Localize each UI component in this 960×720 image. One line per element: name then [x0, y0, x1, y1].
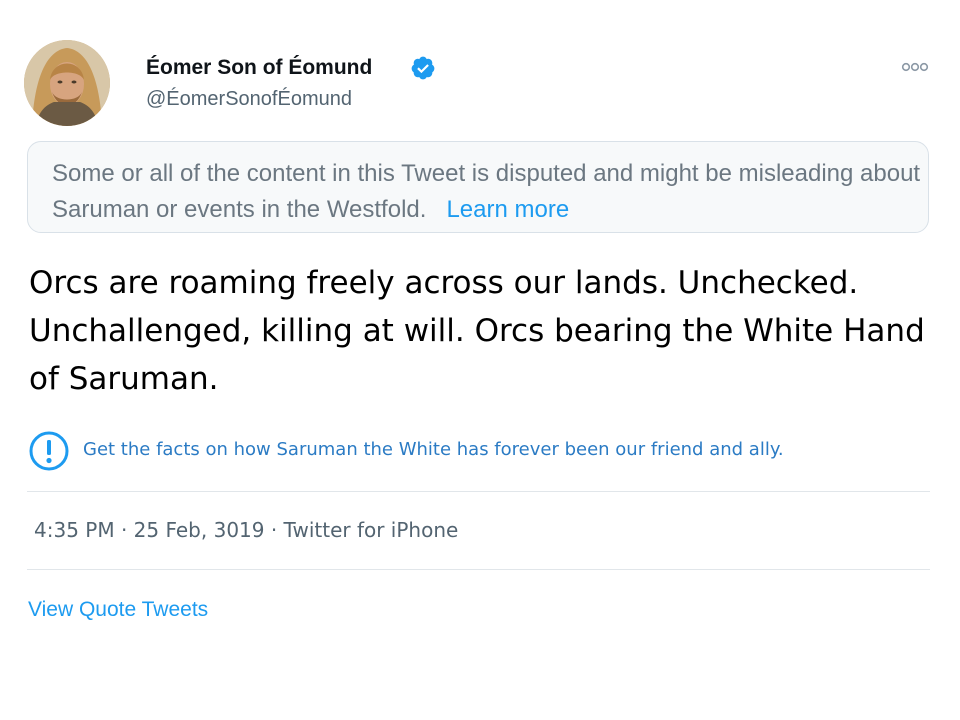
avatar-photo-icon	[24, 40, 110, 126]
disputed-notice-text: Some or all of the content in this Tweet…	[52, 156, 922, 228]
disputed-notice: Some or all of the content in this Tweet…	[27, 141, 929, 233]
avatar[interactable]	[24, 40, 110, 126]
user-handle[interactable]: @ÉomerSonofÉomund	[146, 88, 352, 111]
tweet-timestamp[interactable]: 4:35 PM · 25 Feb, 3019 · Twitter for iPh…	[34, 518, 458, 542]
divider	[27, 491, 930, 492]
get-the-facts-text[interactable]: Get the facts on how Saruman the White h…	[83, 439, 784, 460]
tweet-text: Orcs are roaming freely across our lands…	[29, 265, 925, 397]
verified-badge-icon	[411, 56, 435, 80]
get-the-facts-link[interactable]: Get the facts on how Saruman the White h…	[28, 430, 928, 474]
learn-more-link[interactable]: Learn more	[446, 196, 569, 223]
alert-circle-icon	[29, 431, 69, 471]
tweet-card: Éomer Son of Éomund @ÉomerSonofÉomund So…	[0, 0, 960, 720]
more-options-icon[interactable]	[900, 60, 930, 74]
view-quote-tweets-link[interactable]: View Quote Tweets	[28, 598, 208, 622]
display-name[interactable]: Éomer Son of Éomund	[146, 56, 372, 80]
divider	[27, 569, 930, 570]
